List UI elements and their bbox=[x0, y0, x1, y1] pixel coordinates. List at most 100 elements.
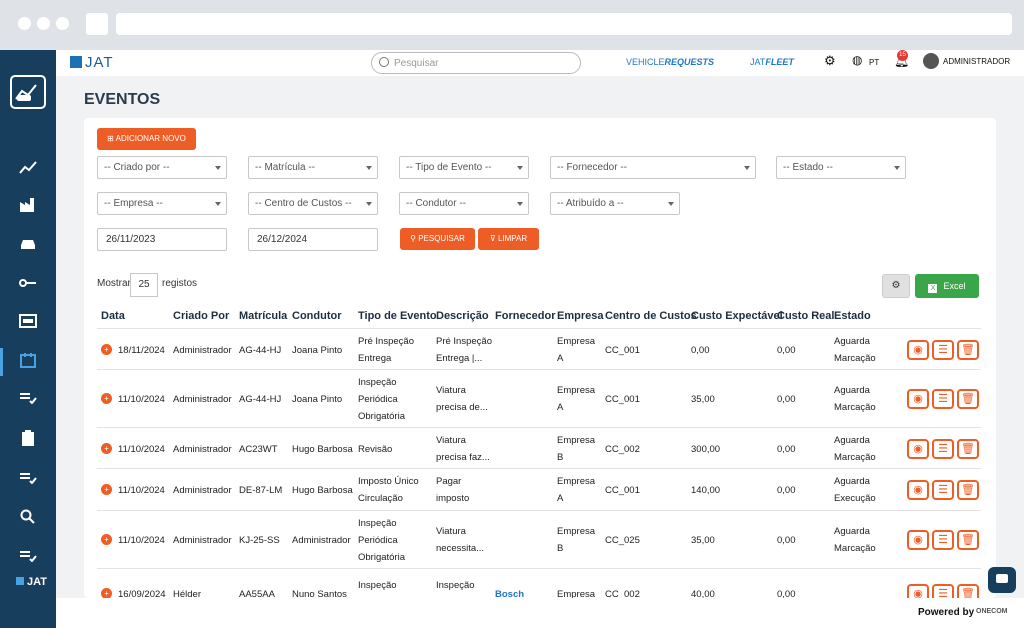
avatar[interactable] bbox=[923, 53, 939, 69]
eye-icon: ◉ bbox=[913, 484, 923, 496]
condutor-select[interactable]: -- Condutor -- bbox=[399, 192, 529, 215]
search-input[interactable]: Pesquisar bbox=[371, 52, 581, 74]
col-tipo-evento[interactable]: Tipo de Evento bbox=[358, 310, 437, 322]
col-matricula[interactable]: Matrícula bbox=[239, 310, 287, 322]
plate-cell: AG-44-HJ bbox=[239, 393, 282, 405]
eye-icon: ◉ bbox=[913, 534, 923, 546]
col-estado[interactable]: Estado bbox=[834, 310, 871, 322]
expand-row-icon[interactable]: + bbox=[101, 588, 112, 598]
jat-logo[interactable]: JAT bbox=[70, 54, 114, 71]
details-button[interactable]: ☰ bbox=[932, 389, 954, 409]
car-icon[interactable] bbox=[17, 233, 39, 255]
table-row[interactable]: +11/10/2024 Administrador DE-87-LM Hugo Bar… bbox=[84, 469, 996, 511]
table-row[interactable]: +16/09/2024 Hélder AA55AA Nuno Santos Inspeç… bbox=[84, 569, 996, 598]
page-size-input[interactable]: 25 bbox=[130, 273, 158, 297]
driver-cell: Hugo Barbosa bbox=[292, 443, 353, 455]
col-fornecedor[interactable]: Fornecedor bbox=[495, 310, 556, 322]
col-custo-real[interactable]: Custo Real bbox=[777, 310, 834, 322]
sidebar-footer-logo: JAT bbox=[16, 576, 47, 588]
details-button[interactable]: ☰ bbox=[932, 530, 954, 550]
column-settings-button[interactable]: ⚙ bbox=[882, 274, 910, 298]
details-button[interactable]: ☰ bbox=[932, 340, 954, 360]
centro-custos-select[interactable]: -- Centro de Custos -- bbox=[248, 192, 378, 215]
trash-icon: 🗑︎ bbox=[961, 534, 975, 546]
details-button[interactable]: ☰ bbox=[932, 584, 954, 598]
expand-row-icon[interactable]: + bbox=[101, 534, 112, 545]
details-button[interactable]: ☰ bbox=[932, 480, 954, 500]
view-button[interactable]: ◉ bbox=[907, 340, 929, 360]
table-row[interactable]: +11/10/2024 Administrador KJ-25-SS Administ… bbox=[84, 511, 996, 569]
col-condutor[interactable]: Condutor bbox=[292, 310, 341, 322]
list-icon: ☰ bbox=[938, 393, 948, 405]
empresa-select[interactable]: -- Empresa -- bbox=[97, 192, 227, 215]
company-cell: Empresa B bbox=[557, 435, 596, 463]
matricula-select[interactable]: -- Matrícula -- bbox=[248, 156, 378, 179]
odometer-icon[interactable] bbox=[17, 310, 39, 332]
user-name[interactable]: ADMINISTRADOR bbox=[943, 57, 1010, 66]
delete-button[interactable]: 🗑︎ bbox=[957, 340, 979, 360]
delete-button[interactable]: 🗑︎ bbox=[957, 389, 979, 409]
calendar-icon[interactable] bbox=[17, 349, 39, 371]
vehicle-requests-link[interactable]: VEHICLEREQUESTS bbox=[626, 57, 714, 67]
jat-fleet-link[interactable]: JATFLEET bbox=[750, 57, 794, 67]
fornecedor-select[interactable]: -- Fornecedor -- bbox=[550, 156, 756, 179]
address-bar[interactable] bbox=[116, 13, 1012, 35]
view-button[interactable]: ◉ bbox=[907, 439, 929, 459]
description-cell: Inspeção obrigatória bbox=[436, 580, 481, 598]
trash-icon: 🗑︎ bbox=[961, 344, 975, 356]
col-centro-custos[interactable]: Centro de Custos bbox=[605, 310, 697, 322]
view-button[interactable]: ◉ bbox=[907, 530, 929, 550]
delete-button[interactable]: 🗑︎ bbox=[957, 584, 979, 598]
date-to-field[interactable]: 26/12/2024 bbox=[248, 228, 378, 251]
search-icon[interactable] bbox=[17, 506, 39, 528]
company-cell: Empresa bbox=[557, 588, 596, 599]
col-data[interactable]: Data bbox=[101, 310, 125, 322]
chart-line-icon[interactable] bbox=[17, 156, 39, 178]
delete-button[interactable]: 🗑︎ bbox=[957, 530, 979, 550]
delete-button[interactable]: 🗑︎ bbox=[957, 439, 979, 459]
event-type-cell: Pré Inspeção Entrega bbox=[358, 336, 414, 364]
add-new-button[interactable]: ⊞ ADICIONAR NOVO bbox=[97, 128, 196, 150]
expand-row-icon[interactable]: + bbox=[101, 344, 112, 355]
view-button[interactable]: ◉ bbox=[907, 480, 929, 500]
col-custo-expectavel[interactable]: Custo Expectável bbox=[691, 310, 783, 322]
language-selector[interactable]: PT bbox=[869, 58, 879, 67]
criado-por-select[interactable]: -- Criado por -- bbox=[97, 156, 227, 179]
app-logo-icon[interactable] bbox=[10, 75, 46, 109]
checklist-icon[interactable] bbox=[17, 387, 39, 409]
view-button[interactable]: ◉ bbox=[907, 389, 929, 409]
delete-button[interactable]: 🗑︎ bbox=[957, 480, 979, 500]
expand-row-icon[interactable]: + bbox=[101, 443, 112, 454]
date-from-field[interactable]: 26/11/2023 bbox=[97, 228, 227, 251]
view-button[interactable]: ◉ bbox=[907, 584, 929, 598]
logo-square-icon bbox=[16, 577, 24, 585]
checklist-icon[interactable] bbox=[17, 467, 39, 489]
atribuido-select[interactable]: -- Atribuído a -- bbox=[550, 192, 680, 215]
col-descricao[interactable]: Descrição bbox=[436, 310, 489, 322]
col-empresa[interactable]: Empresa bbox=[557, 310, 603, 322]
checklist-icon[interactable] bbox=[17, 545, 39, 567]
estado-select[interactable]: -- Estado -- bbox=[776, 156, 906, 179]
expand-row-icon[interactable]: + bbox=[101, 393, 112, 404]
tipo-evento-select[interactable]: -- Tipo de Evento -- bbox=[399, 156, 529, 179]
browser-tab[interactable] bbox=[86, 13, 108, 35]
key-icon[interactable] bbox=[17, 272, 39, 294]
details-button[interactable]: ☰ bbox=[932, 439, 954, 459]
factory-icon[interactable] bbox=[17, 194, 39, 216]
real-cost-cell: 0,00 bbox=[777, 588, 796, 599]
expand-row-icon[interactable]: + bbox=[101, 484, 112, 495]
table-row[interactable]: +11/10/2024 Administrador AC23WT Hugo Barbo… bbox=[84, 429, 996, 469]
clipboard-icon[interactable] bbox=[17, 427, 39, 449]
table-row[interactable]: +11/10/2024 Administrador AG-44-HJ Joana Pi… bbox=[84, 370, 996, 428]
expected-cost-cell: 35,00 bbox=[691, 393, 715, 405]
chat-icon[interactable] bbox=[988, 567, 1016, 593]
expected-cost-cell: 40,00 bbox=[691, 588, 715, 599]
globe-icon[interactable]: ◍ bbox=[852, 53, 862, 67]
gear-icon[interactable]: ⚙ bbox=[824, 53, 836, 69]
col-criado-por[interactable]: Criado Por bbox=[173, 310, 229, 322]
excel-export-button[interactable]: X Excel bbox=[915, 274, 979, 298]
real-cost-cell: 0,00 bbox=[777, 393, 796, 405]
table-row[interactable]: +18/11/2024 Administrador AG-44-HJ Joana Pi… bbox=[84, 330, 996, 370]
clear-button[interactable]: ⊽ LIMPAR bbox=[478, 228, 539, 250]
search-button[interactable]: ⚲ PESQUISAR bbox=[400, 228, 475, 250]
